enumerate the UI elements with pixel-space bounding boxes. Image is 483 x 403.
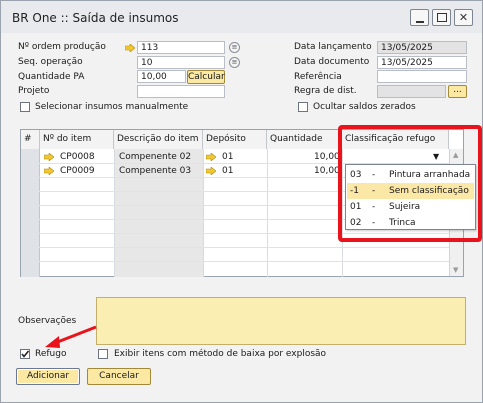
check-icon xyxy=(21,350,30,358)
grid-vline xyxy=(114,149,115,277)
grid-vline xyxy=(203,149,204,277)
col-header-index[interactable]: # xyxy=(21,130,40,149)
grid-hline xyxy=(21,261,451,262)
row-header-column xyxy=(21,149,40,277)
qtd-label: Quantidade PA xyxy=(18,72,85,82)
referencia-label: Referência xyxy=(294,72,342,82)
projeto-field[interactable] xyxy=(137,85,225,98)
seq-field[interactable]: 10 xyxy=(137,56,225,69)
ordem-link-arrow-icon[interactable] xyxy=(125,44,135,52)
item-code: CP0009 xyxy=(60,166,95,176)
data-lanc-label: Data lançamento xyxy=(294,42,372,52)
ordem-label: Nº ordem produção xyxy=(18,42,106,52)
annotation-arrow-icon xyxy=(45,325,97,348)
regra-label: Regra de dist. xyxy=(294,86,357,96)
ocultar-label: Ocultar saldos zerados xyxy=(313,102,416,112)
item-deposito: 01 xyxy=(222,152,234,162)
ocultar-checkbox[interactable] xyxy=(298,102,308,112)
selecionar-label: Selecionar insumos manualmente xyxy=(35,102,189,112)
close-button[interactable]: ✕ xyxy=(454,9,473,26)
ordem-field[interactable]: 113 xyxy=(137,41,225,54)
maximize-button[interactable] xyxy=(432,9,451,26)
item-descricao: Compenente 03 xyxy=(119,166,192,176)
regra-choose-button[interactable]: ... xyxy=(448,85,467,98)
item-link-arrow-icon[interactable] xyxy=(44,153,54,161)
explosao-checkbox[interactable] xyxy=(98,349,108,359)
col-header-quantidade[interactable]: Quantidade xyxy=(267,130,342,149)
referencia-field[interactable] xyxy=(377,70,467,83)
minimize-icon xyxy=(416,21,424,23)
selecionar-checkbox[interactable] xyxy=(20,102,30,112)
explosao-label: Exibir itens com método de baixa por exp… xyxy=(114,349,327,359)
observacoes-textarea[interactable] xyxy=(96,297,466,345)
data-doc-field[interactable]: 13/05/2025 xyxy=(377,56,467,69)
calcular-button[interactable]: Calcular xyxy=(187,70,225,84)
maximize-icon xyxy=(437,13,447,22)
item-code: CP0008 xyxy=(60,152,95,162)
data-lanc-field: 13/05/2025 xyxy=(377,41,467,54)
col-header-item[interactable]: Nº do item xyxy=(40,130,114,149)
adicionar-button[interactable]: Adicionar xyxy=(16,368,80,385)
regra-field xyxy=(377,85,446,98)
refugo-label: Refugo xyxy=(35,349,67,359)
item-link-arrow-icon[interactable] xyxy=(44,167,54,175)
scroll-down-icon[interactable]: ▼ xyxy=(453,266,458,274)
refugo-checkbox[interactable] xyxy=(20,349,30,359)
title-bar: BR One :: Saída de insumos ✕ xyxy=(1,1,482,33)
ordem-info-icon[interactable]: ≡ xyxy=(229,42,240,53)
item-descricao: Compenente 02 xyxy=(119,152,192,162)
grid-vline xyxy=(267,149,268,277)
item-deposito: 01 xyxy=(222,166,234,176)
cancelar-button[interactable]: Cancelar xyxy=(87,368,151,385)
projeto-label: Projeto xyxy=(18,86,50,96)
grid-hline xyxy=(21,247,451,248)
qtd-field[interactable]: 10,00 xyxy=(137,70,186,83)
close-icon: ✕ xyxy=(458,11,469,24)
highlight-annotation-box xyxy=(338,125,482,242)
col-header-deposito[interactable]: Depósito xyxy=(203,130,267,149)
deposito-link-arrow-icon[interactable] xyxy=(206,167,216,175)
data-doc-label: Data documento xyxy=(294,57,370,67)
window-title: BR One :: Saída de insumos xyxy=(12,11,179,25)
seq-info-icon[interactable]: ≡ xyxy=(229,57,240,68)
minimize-button[interactable] xyxy=(410,9,429,26)
deposito-link-arrow-icon[interactable] xyxy=(206,153,216,161)
saida-insumos-window: BR One :: Saída de insumos ✕ Nº ordem pr… xyxy=(0,0,483,403)
seq-label: Seq. operação xyxy=(18,57,83,67)
col-header-descricao[interactable]: Descrição do item xyxy=(114,130,203,149)
